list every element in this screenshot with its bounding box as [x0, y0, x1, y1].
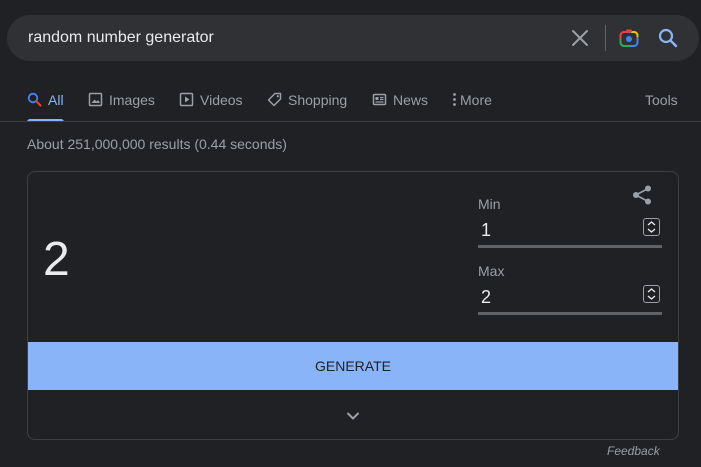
min-input[interactable]: 1 — [481, 220, 491, 241]
max-field[interactable]: 2 — [478, 282, 662, 315]
tools-button[interactable]: Tools — [645, 80, 678, 122]
max-stepper[interactable] — [643, 285, 660, 303]
search-tabs: All Images Videos Shopping News More Too… — [0, 80, 701, 122]
tabs-divider — [0, 121, 701, 122]
generated-number: 2 — [43, 233, 70, 286]
min-stepper[interactable] — [643, 218, 660, 236]
share-icon[interactable] — [631, 184, 653, 206]
google-lens-icon[interactable] — [619, 28, 639, 48]
search-icon[interactable] — [658, 28, 678, 48]
tab-videos[interactable]: Videos — [179, 80, 243, 122]
stepper-arrows-icon — [647, 288, 656, 300]
search-icon — [27, 92, 42, 107]
newspaper-icon — [372, 93, 387, 106]
max-label: Max — [478, 263, 505, 279]
max-input[interactable]: 2 — [481, 287, 491, 308]
search-input[interactable]: random number generator — [28, 29, 214, 47]
tab-news[interactable]: News — [372, 80, 428, 122]
feedback-link[interactable]: Feedback — [607, 444, 660, 458]
close-icon[interactable] — [571, 29, 589, 47]
search-bar[interactable]: random number generator — [7, 15, 699, 61]
search-divider — [605, 25, 606, 51]
min-label: Min — [478, 196, 501, 212]
result-stats: About 251,000,000 results (0.44 seconds) — [27, 136, 287, 152]
generate-button[interactable]: GENERATE — [28, 342, 678, 390]
image-icon — [88, 92, 103, 107]
play-icon — [179, 92, 194, 107]
random-number-generator-card: 2 Min 1 Max 2 GENERATE — [27, 171, 679, 440]
chevron-down-icon[interactable] — [344, 407, 362, 425]
tab-shopping[interactable]: Shopping — [267, 80, 347, 122]
stepper-arrows-icon — [647, 221, 656, 233]
tag-icon — [267, 92, 282, 107]
tab-more[interactable]: More — [451, 80, 492, 122]
tab-images[interactable]: Images — [88, 80, 155, 122]
vertical-dots-icon — [453, 93, 456, 106]
min-field[interactable]: 1 — [478, 215, 662, 248]
tab-all[interactable]: All — [27, 80, 64, 122]
